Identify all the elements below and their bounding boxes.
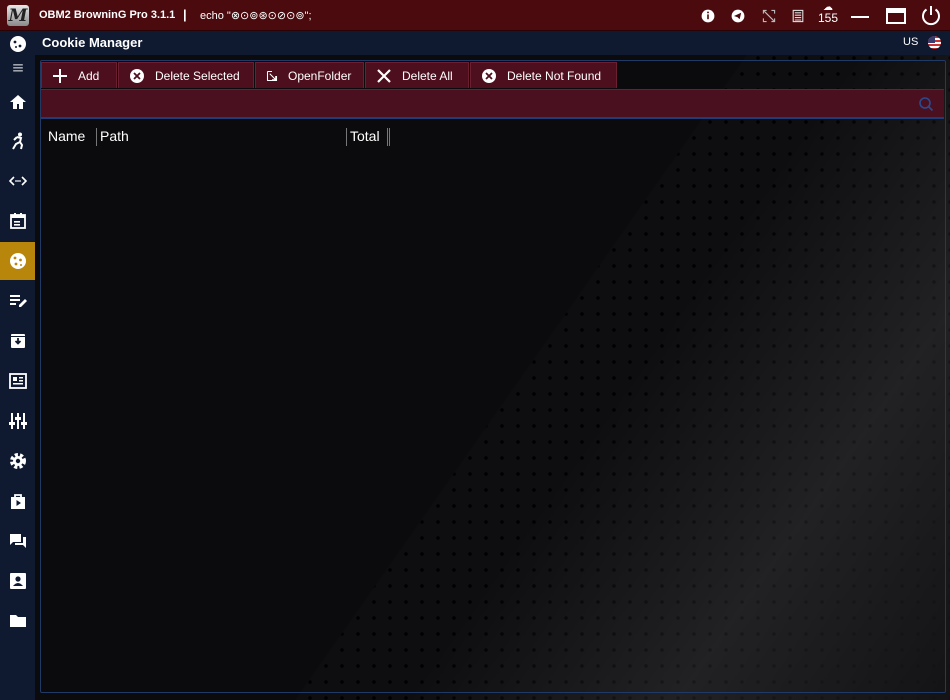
- content-frame: [40, 60, 946, 693]
- sidebar-item-store[interactable]: [0, 482, 35, 520]
- power-icon[interactable]: [920, 4, 942, 26]
- sync-counter[interactable]: ☁ 155: [816, 2, 840, 24]
- delete-selected-label: Delete Selected: [155, 68, 240, 83]
- info-icon[interactable]: [698, 6, 718, 26]
- add-button-label: Add: [78, 68, 100, 83]
- echo-text: echo "⊗⊙⊚⊛⊙⊘⊙⊚";: [200, 10, 312, 22]
- shopping-bag-icon: [10, 494, 25, 509]
- column-header-path[interactable]: Path: [100, 126, 129, 146]
- hamburger-icon: [12, 64, 23, 72]
- page-header: Cookie Manager US: [35, 31, 950, 55]
- sidebar-item-schedule[interactable]: [0, 202, 35, 240]
- title-bar: M OBM2 BrowninG Pro 3.1.1 | echo "⊗⊙⊚⊛⊙⊘…: [0, 0, 950, 31]
- language-label[interactable]: US: [903, 36, 918, 48]
- notes-icon[interactable]: [788, 6, 808, 26]
- open-external-icon: [266, 68, 278, 84]
- column-header-total[interactable]: Total: [350, 126, 380, 146]
- contact-card-icon: [9, 573, 26, 589]
- search-icon[interactable]: [918, 96, 934, 112]
- calendar-icon: [9, 213, 26, 229]
- sidebar-item-cookie-manager[interactable]: [0, 242, 35, 280]
- running-icon: [11, 132, 23, 150]
- title-separator: |: [183, 7, 187, 22]
- edit-list-icon: [9, 295, 27, 307]
- telegram-icon[interactable]: [728, 6, 748, 26]
- sidebar-item-settings[interactable]: [0, 442, 35, 480]
- page-title: Cookie Manager: [42, 35, 143, 50]
- search-input[interactable]: [45, 93, 909, 117]
- archive-icon: [10, 334, 25, 348]
- maximize-icon[interactable]: [886, 6, 906, 26]
- minimize-icon[interactable]: [850, 6, 870, 26]
- app-title: OBM2 BrowninG Pro 3.1.1: [39, 9, 176, 21]
- chat-icon: [9, 534, 26, 548]
- column-resize-handle[interactable]: [387, 128, 388, 146]
- sidebar-item-api[interactable]: [0, 162, 35, 200]
- column-resize-handle[interactable]: [389, 128, 390, 146]
- code-arrows-icon: [8, 176, 27, 186]
- delete-selected-button[interactable]: Delete Selected: [118, 62, 254, 88]
- sidebar-item-contacts[interactable]: [0, 562, 35, 600]
- sidebar-item-home[interactable]: [0, 83, 35, 121]
- fullscreen-icon[interactable]: [759, 6, 779, 26]
- delete-not-found-button[interactable]: Delete Not Found: [470, 62, 617, 88]
- toolbar: Add Delete Selected OpenFolder Delete Al…: [41, 62, 618, 88]
- open-folder-button[interactable]: OpenFolder: [255, 62, 364, 88]
- folder-icon: [9, 615, 26, 627]
- sidebar-item-chat[interactable]: [0, 522, 35, 560]
- sidebar-item-folder[interactable]: [0, 602, 35, 640]
- sidebar-item-dashboard[interactable]: [0, 362, 35, 400]
- sidebar-item-automation[interactable]: [0, 122, 35, 160]
- delete-not-found-label: Delete Not Found: [507, 68, 602, 83]
- add-button[interactable]: Add: [41, 62, 117, 88]
- home-icon: [9, 95, 26, 109]
- sidebar: [0, 31, 35, 700]
- circle-x-icon: [129, 68, 145, 84]
- sidebar-item-mixer[interactable]: [0, 402, 35, 440]
- plus-icon: [52, 68, 68, 84]
- delete-all-button[interactable]: Delete All: [365, 62, 469, 88]
- search-bar: [41, 89, 944, 119]
- gear-icon: [9, 453, 26, 469]
- sidebar-item-editor[interactable]: [0, 282, 35, 320]
- sliders-icon: [8, 413, 27, 429]
- circle-x-icon: [481, 68, 497, 84]
- cookie-icon: [9, 253, 26, 269]
- counter-value: 155: [817, 11, 839, 25]
- sidebar-item-archive[interactable]: [0, 322, 35, 360]
- column-header-name[interactable]: Name: [48, 126, 85, 146]
- open-folder-label: OpenFolder: [288, 68, 352, 83]
- delete-all-label: Delete All: [402, 68, 453, 83]
- app-logo-icon: M: [7, 5, 29, 26]
- column-resize-handle[interactable]: [346, 128, 347, 146]
- column-resize-handle[interactable]: [96, 128, 97, 146]
- dashboard-icon: [8, 373, 27, 389]
- us-flag-icon[interactable]: [928, 36, 941, 49]
- close-icon: [376, 68, 392, 84]
- sidebar-menu-toggle[interactable]: [0, 49, 35, 87]
